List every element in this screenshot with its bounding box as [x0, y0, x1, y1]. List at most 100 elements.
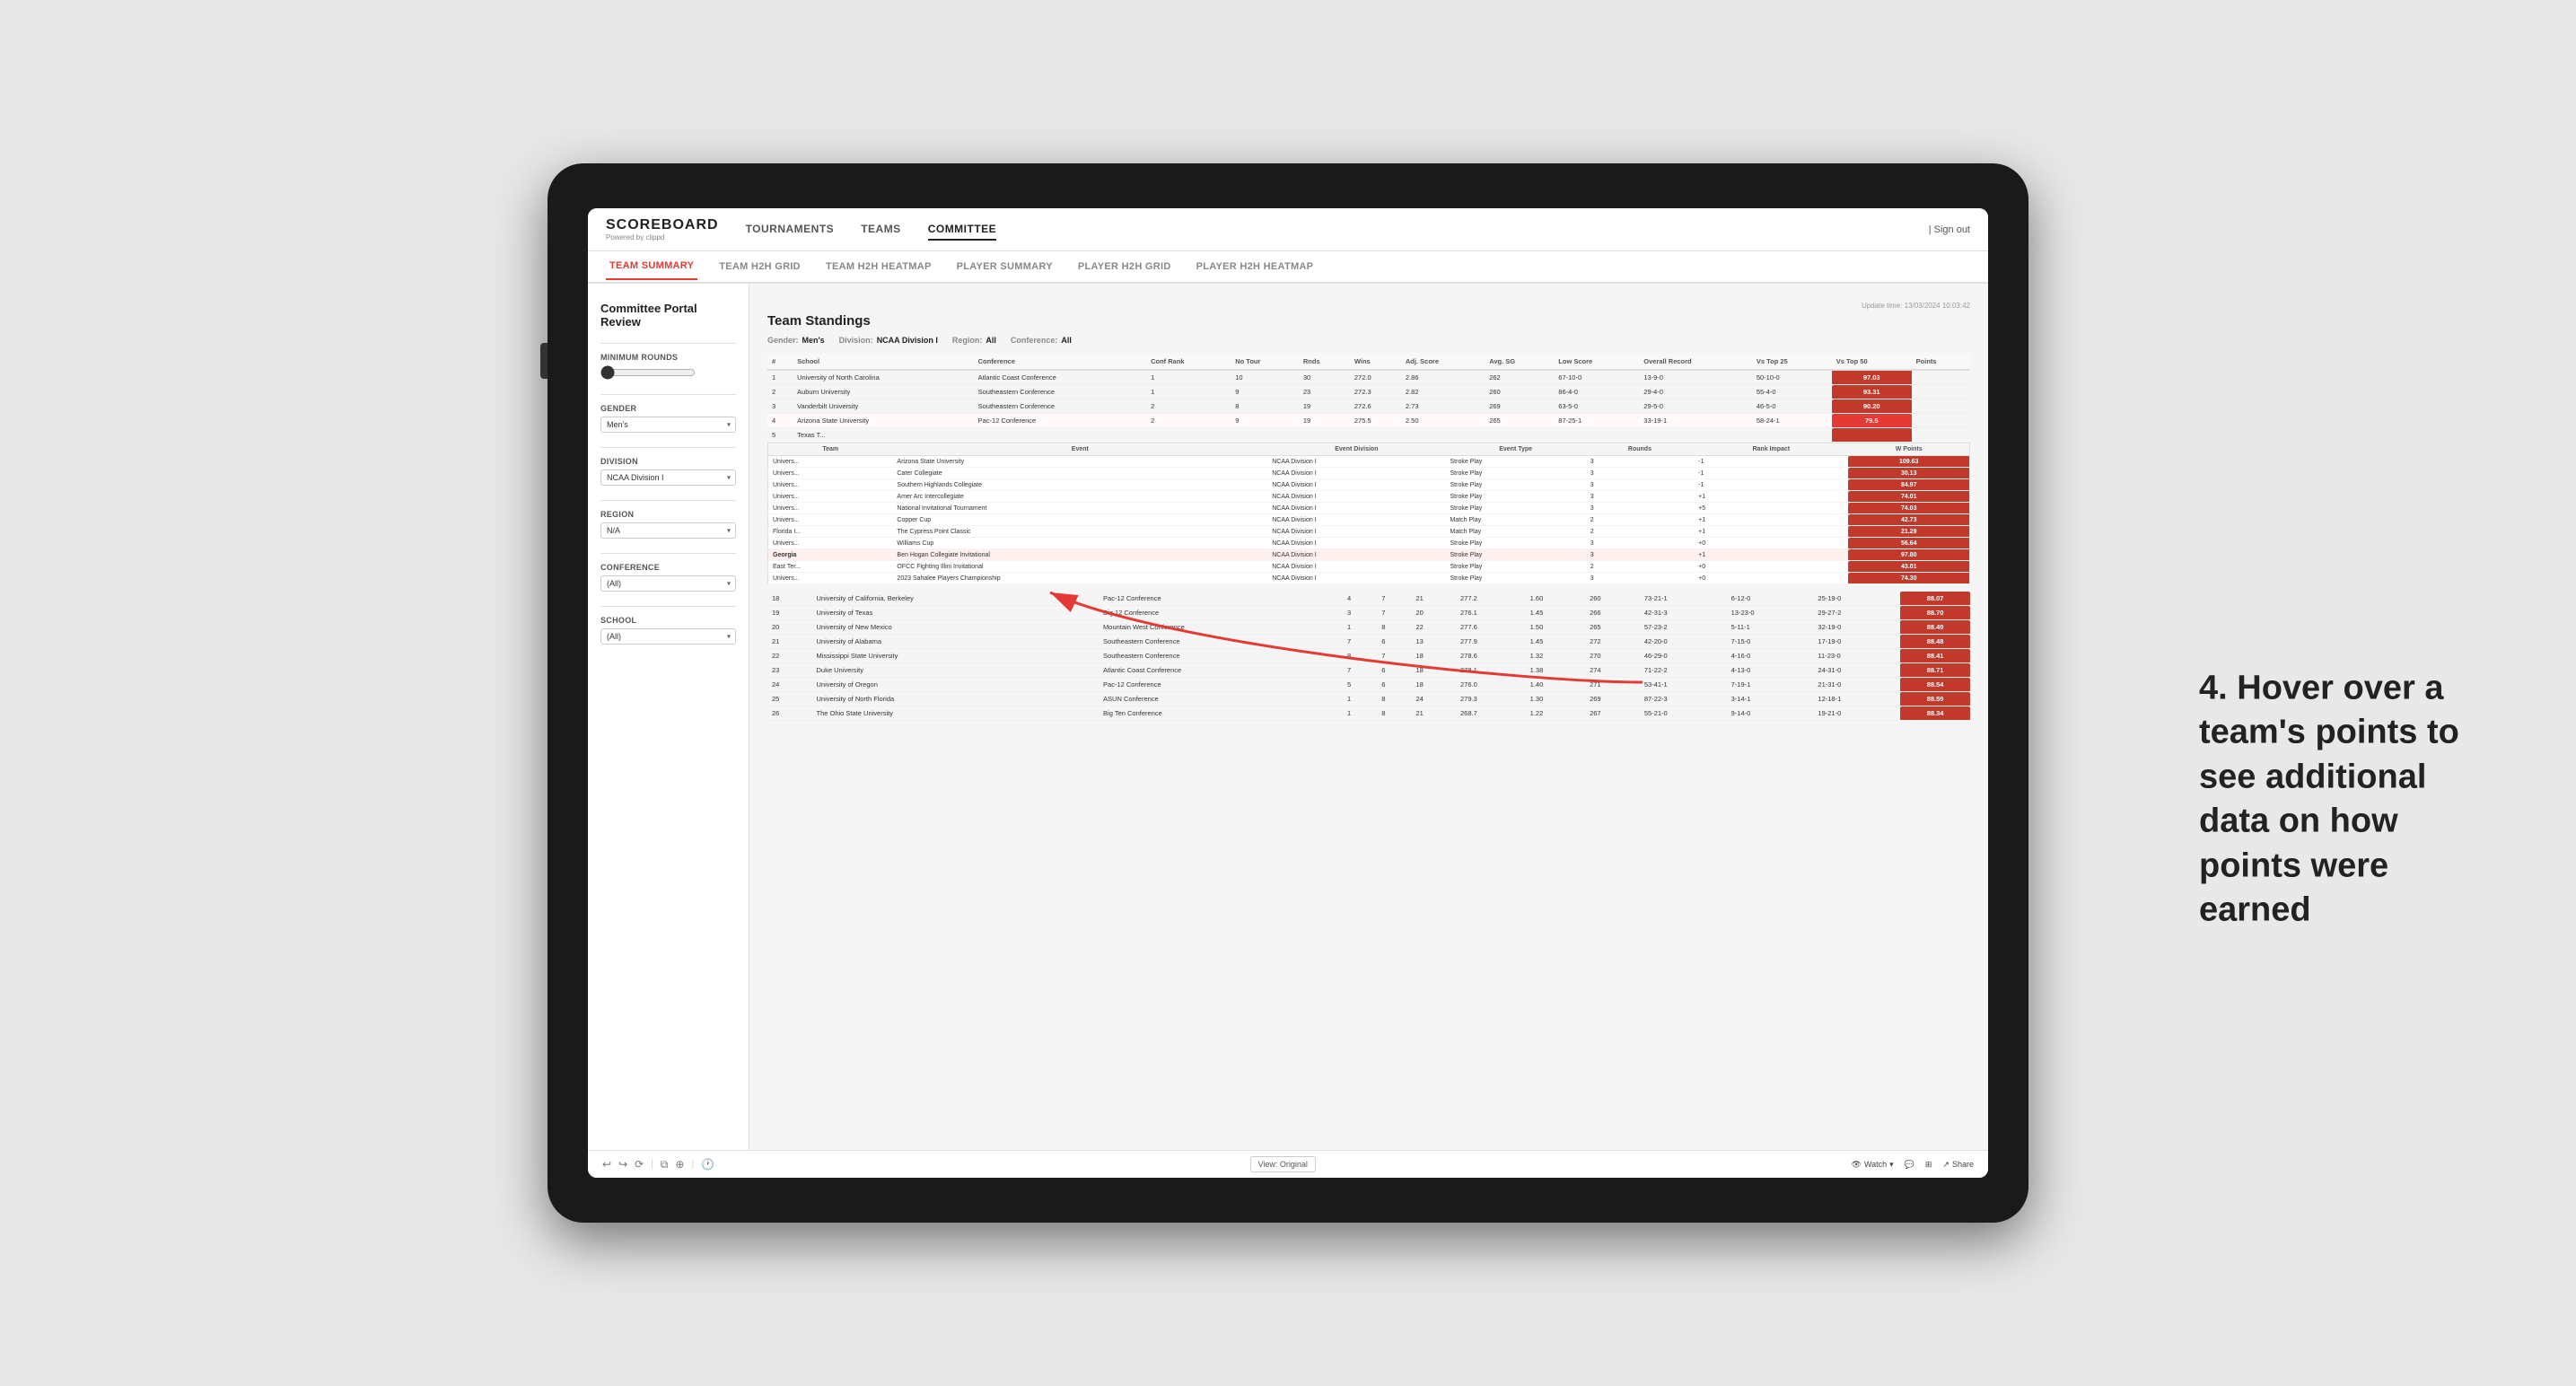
clock-icon: 🕐 [701, 1158, 714, 1171]
sub-nav-team-summary[interactable]: TEAM SUMMARY [606, 253, 697, 280]
sub-nav-team-h2h-grid[interactable]: TEAM H2H GRID [715, 254, 804, 279]
event-breakdown-table: Team Event Event Division Event Type Rou… [767, 443, 1970, 584]
tooltip-row: Univers... Arizona State University NCAA… [768, 456, 1970, 468]
logo-area: SCOREBOARD Powered by clippd [606, 217, 719, 241]
col-conference: Conference [974, 354, 1146, 370]
tooltip-row: Univers... Copper Cup NCAA Division I Ma… [768, 514, 1970, 526]
table-row: 5 Texas T... [767, 428, 1970, 443]
filter-gender-label: Gender: [767, 336, 799, 345]
filter-gender: Gender: Men's [767, 336, 825, 345]
content-panel: Update time: 13/03/2024 10:03:42 Team St… [749, 284, 1988, 1150]
logo-sub: Powered by clippd [606, 233, 719, 241]
view-original-button[interactable]: View: Original [1250, 1156, 1316, 1172]
col-school: School [793, 354, 974, 370]
min-rounds-slider[interactable] [600, 365, 696, 380]
filter-region: Region: All [952, 336, 996, 345]
toolbar-left: ↩ ↪ ⟳ | ⧉ ⊕ | 🕐 [602, 1158, 714, 1171]
toolbar-right: 👁 Watch ▾ 💬 ⊞ ↗ Share [1852, 1160, 1974, 1170]
tooltip-row: Univers... National Invitational Tournam… [768, 503, 1970, 514]
table-row: 2 Auburn University Southeastern Confere… [767, 385, 1970, 399]
nav-items: TOURNAMENTS TEAMS COMMITTEE [746, 219, 1929, 241]
col-rnds: Rnds [1299, 354, 1350, 370]
tooltip-col-event-type: Event Type [1446, 443, 1586, 456]
nav-committee[interactable]: COMMITTEE [928, 219, 997, 241]
table-row: 3 Vanderbilt University Southeastern Con… [767, 399, 1970, 414]
school-select-wrapper: (All) [600, 628, 736, 645]
nav-teams[interactable]: TEAMS [861, 219, 901, 241]
tooltip-col-rank-impact: Rank Impact [1694, 443, 1848, 456]
conference-select[interactable]: (All) [600, 575, 736, 592]
table-row: 22 Mississippi State University Southeas… [767, 649, 1970, 663]
nav-tournaments[interactable]: TOURNAMENTS [746, 219, 835, 241]
conference-label: Conference [600, 563, 736, 572]
watch-action[interactable]: 👁 Watch ▾ [1852, 1160, 1894, 1170]
tooltip-col-event-div: Event Division [1267, 443, 1445, 456]
table-row: 19 University of Texas Big 12 Conference… [767, 606, 1970, 620]
grid-action[interactable]: ⊞ [1925, 1160, 1932, 1170]
school-select[interactable]: (All) [600, 628, 736, 645]
logo-title: SCOREBOARD [606, 217, 719, 233]
division-section: Division NCAA Division I [600, 457, 736, 486]
table-row: 20 University of New Mexico Mountain Wes… [767, 620, 1970, 635]
undo-icon[interactable]: ↩ [602, 1158, 611, 1171]
filter-conference-value: All [1061, 336, 1072, 345]
conference-select-wrapper: (All) [600, 575, 736, 592]
filter-conference-label: Conference: [1011, 336, 1058, 345]
side-button [540, 343, 548, 379]
col-low-score: Low Score [1554, 354, 1639, 370]
divider-5 [600, 553, 736, 554]
tooltip-col-rounds: Rounds [1586, 443, 1694, 456]
tooltip-row: Univers... Southern Highlands Collegiate… [768, 479, 1970, 491]
col-adj-score: Adj. Score [1401, 354, 1485, 370]
filter-row: Gender: Men's Division: NCAA Division I … [767, 336, 1970, 345]
gender-select[interactable]: Men's Women's [600, 417, 736, 433]
division-select[interactable]: NCAA Division I [600, 469, 736, 486]
tooltip-row: Univers... Amer Arc Intercollegiate NCAA… [768, 491, 1970, 503]
more-teams-table: 18 University of California, Berkeley Pa… [767, 592, 1970, 721]
comment-action[interactable]: 💬 [1905, 1160, 1914, 1170]
col-no-tour: No Tour [1231, 354, 1299, 370]
sub-nav: TEAM SUMMARY TEAM H2H GRID TEAM H2H HEAT… [588, 251, 1988, 284]
region-select[interactable]: N/A [600, 522, 736, 539]
standings-table: # School Conference Conf Rank No Tour Rn… [767, 354, 1970, 443]
filter-region-label: Region: [952, 336, 983, 345]
col-overall: Overall Record [1639, 354, 1752, 370]
slider-container [600, 365, 736, 380]
filter-division-label: Division: [839, 336, 873, 345]
division-select-wrapper: NCAA Division I [600, 469, 736, 486]
tooltip-row: Georgia Ben Hogan Collegiate Invitationa… [768, 549, 1970, 561]
sign-out-link[interactable]: | Sign out [1929, 224, 1970, 235]
sub-nav-player-summary[interactable]: PLAYER SUMMARY [953, 254, 1056, 279]
table-row: 26 The Ohio State University Big Ten Con… [767, 706, 1970, 721]
filter-division: Division: NCAA Division I [839, 336, 938, 345]
school-section: School (All) [600, 616, 736, 645]
sub-nav-team-h2h-heatmap[interactable]: TEAM H2H HEATMAP [822, 254, 935, 279]
tooltip-row: Univers... 2023 Sahalee Players Champion… [768, 573, 1970, 584]
copy-icon[interactable]: ⧉ [661, 1158, 669, 1171]
divider-2 [600, 394, 736, 395]
tooltip-col-w-points: W Points [1848, 443, 1969, 456]
annotation-text: 4. Hover over a team's points to see add… [2199, 666, 2486, 932]
sub-nav-player-h2h-grid[interactable]: PLAYER H2H GRID [1074, 254, 1175, 279]
filter-conference: Conference: All [1011, 336, 1072, 345]
region-label: Region [600, 510, 736, 519]
tooltip-col-event: Event [892, 443, 1267, 456]
bottom-toolbar: ↩ ↪ ⟳ | ⧉ ⊕ | 🕐 View: Original 👁 Watch ▾… [588, 1150, 1988, 1178]
sub-nav-player-h2h-heatmap[interactable]: PLAYER H2H HEATMAP [1193, 254, 1318, 279]
col-conf-rank: Conf Rank [1146, 354, 1231, 370]
redo-icon[interactable]: ↪ [618, 1158, 627, 1171]
refresh-icon[interactable]: ⟳ [635, 1158, 644, 1171]
col-vs-top50: Vs Top 50 [1832, 354, 1912, 370]
top-nav: SCOREBOARD Powered by clippd TOURNAMENTS… [588, 208, 1988, 251]
tablet-shell: SCOREBOARD Powered by clippd TOURNAMENTS… [548, 163, 2028, 1223]
table-row: 1 University of North Carolina Atlantic … [767, 370, 1970, 385]
sidebar-title: Committee Portal Review [600, 302, 736, 329]
share-action[interactable]: ↗ Share [1942, 1160, 1974, 1170]
region-select-wrapper: N/A [600, 522, 736, 539]
col-points: Points [1912, 354, 1970, 370]
download-icon[interactable]: ⊕ [675, 1158, 684, 1171]
gender-select-wrapper: Men's Women's [600, 417, 736, 433]
divider-6 [600, 606, 736, 607]
standings-title: Team Standings [767, 313, 1970, 329]
main-content: Committee Portal Review Minimum Rounds G… [588, 284, 1988, 1150]
